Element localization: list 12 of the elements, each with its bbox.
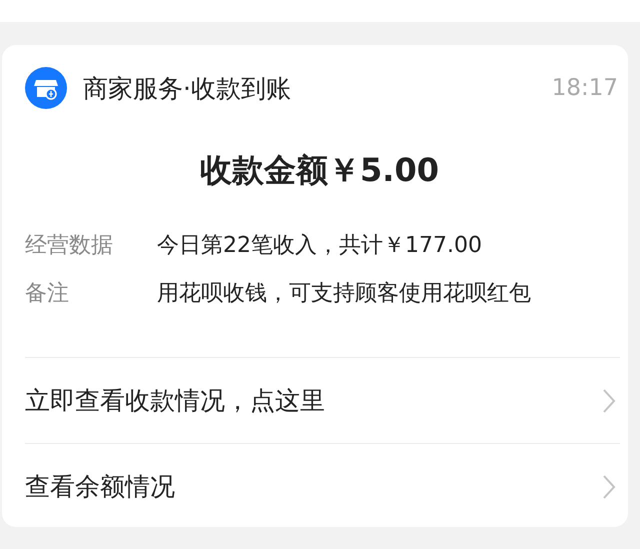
chevron-icon [602,388,616,414]
detail-value: 用花呗收钱，可支持顾客使用花呗红包 [157,280,531,308]
store-icon [25,67,67,109]
detail-label: 经营数据 [25,232,114,260]
payment-amount: 收款金额￥5.00 [199,150,440,191]
detail-value: 今日第22笔收入，共计￥177.00 [157,232,482,260]
timestamp: 18:17 [552,75,618,101]
detail-label: 备注 [25,280,70,308]
link-row[interactable]: 查看余额情况 [25,444,620,529]
chevron-icon [602,474,616,500]
notification-title: 商家服务·收款到账 [83,72,292,104]
link-row[interactable]: 立即查看收款情况，点这里 [25,358,620,444]
